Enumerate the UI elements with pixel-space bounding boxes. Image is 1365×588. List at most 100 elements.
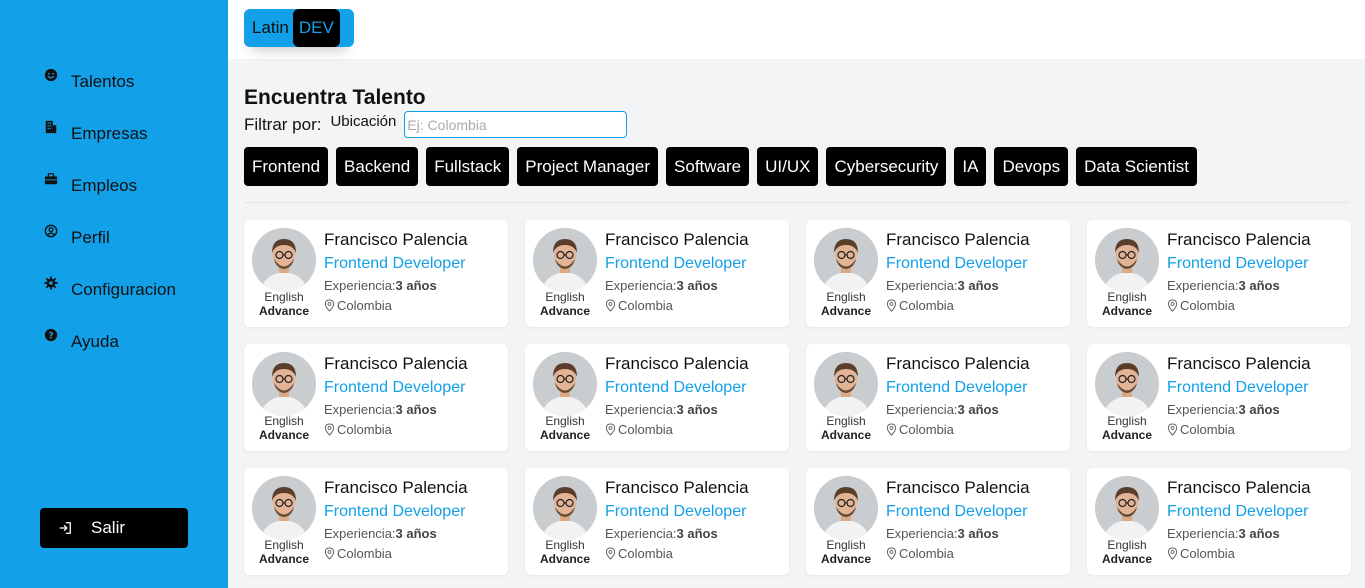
talent-experience: Experiencia:3 años bbox=[605, 278, 718, 293]
experience-label: Experiencia: bbox=[886, 402, 958, 417]
location-text: Colombia bbox=[337, 298, 392, 313]
talent-name: Francisco Palencia bbox=[1167, 354, 1311, 373]
gear-icon bbox=[42, 276, 60, 294]
talent-name: Francisco Palencia bbox=[886, 230, 1030, 249]
divider bbox=[244, 202, 1349, 203]
chip-ia[interactable]: IA bbox=[954, 147, 987, 186]
talent-role: Frontend Developer bbox=[886, 255, 1028, 272]
location-label: Ubicación bbox=[330, 113, 397, 130]
language-level: Advance bbox=[258, 304, 310, 318]
avatar bbox=[814, 476, 878, 540]
talent-location: Colombia bbox=[1167, 546, 1235, 561]
language-level: Advance bbox=[1101, 552, 1153, 566]
sidebar-item-talentos[interactable]: Talentos bbox=[42, 56, 176, 108]
talent-card[interactable]: English Advance Francisco Palencia Front… bbox=[806, 344, 1070, 451]
location-pin-icon bbox=[886, 423, 897, 436]
talent-card[interactable]: English Advance Francisco Palencia Front… bbox=[525, 220, 789, 327]
talent-experience: Experiencia:3 años bbox=[886, 402, 999, 417]
filter-row: Filtrar por: Ubicación bbox=[244, 111, 628, 138]
sidebar-item-empresas[interactable]: Empresas bbox=[42, 108, 176, 160]
location-pin-icon bbox=[605, 547, 616, 560]
chip-data-scientist[interactable]: Data Scientist bbox=[1076, 147, 1197, 186]
location-input[interactable] bbox=[404, 111, 628, 138]
talent-experience: Experiencia:3 años bbox=[605, 526, 718, 541]
talent-grid: English Advance Francisco Palencia Front… bbox=[244, 220, 1351, 575]
chip-backend[interactable]: Backend bbox=[336, 147, 419, 186]
language-level: Advance bbox=[539, 552, 591, 566]
filter-label: Filtrar por: bbox=[244, 114, 322, 134]
language-level: Advance bbox=[258, 552, 310, 566]
talent-experience: Experiencia:3 años bbox=[1167, 526, 1280, 541]
talent-name: Francisco Palencia bbox=[886, 478, 1030, 497]
chip-software[interactable]: Software bbox=[666, 147, 750, 186]
location-text: Colombia bbox=[1180, 422, 1235, 437]
sidebar-item-label: Talentos bbox=[71, 72, 135, 91]
talent-role: Frontend Developer bbox=[605, 379, 747, 396]
location-pin-icon bbox=[886, 299, 897, 312]
avatar bbox=[252, 352, 316, 416]
language-name: English bbox=[826, 290, 866, 304]
talent-experience: Experiencia:3 años bbox=[1167, 278, 1280, 293]
sidebar-item-label: Perfil bbox=[71, 228, 110, 247]
talent-card[interactable]: English Advance Francisco Palencia Front… bbox=[1087, 344, 1351, 451]
talent-experience: Experiencia:3 años bbox=[324, 402, 437, 417]
chip-fullstack[interactable]: Fullstack bbox=[426, 147, 510, 186]
talent-name: Francisco Palencia bbox=[324, 230, 468, 249]
sidebar-nav: Talentos Empresas Empleos Perfil Configu… bbox=[42, 56, 176, 368]
talent-name: Francisco Palencia bbox=[1167, 478, 1311, 497]
chip-frontend[interactable]: Frontend bbox=[244, 147, 329, 186]
logout-button[interactable]: Salir bbox=[40, 508, 188, 548]
sidebar-item-configuracion[interactable]: Configuracion bbox=[42, 264, 176, 316]
avatar bbox=[814, 352, 878, 416]
avatar bbox=[252, 476, 316, 540]
chip-project-manager[interactable]: Project Manager bbox=[517, 147, 659, 186]
chip-ui-ux[interactable]: UI/UX bbox=[757, 147, 819, 186]
talent-card[interactable]: English Advance Francisco Palencia Front… bbox=[244, 468, 508, 575]
language-level: Advance bbox=[820, 552, 872, 566]
location-pin-icon bbox=[324, 547, 335, 560]
location-pin-icon bbox=[886, 547, 897, 560]
language-info: English Advance bbox=[252, 538, 316, 566]
sidebar-item-label: Empleos bbox=[71, 176, 138, 195]
language-name: English bbox=[826, 414, 866, 428]
brand-part-latin: Latin bbox=[252, 18, 289, 37]
experience-label: Experiencia: bbox=[324, 278, 396, 293]
sidebar-item-ayuda[interactable]: ? Ayuda bbox=[42, 316, 176, 368]
category-chips: Frontend Backend Fullstack Project Manag… bbox=[244, 147, 1205, 186]
talent-card[interactable]: English Advance Francisco Palencia Front… bbox=[244, 220, 508, 327]
brand-logo[interactable]: Latin DEV bbox=[244, 9, 354, 47]
talent-name: Francisco Palencia bbox=[886, 354, 1030, 373]
location-pin-icon bbox=[605, 423, 616, 436]
avatar bbox=[533, 352, 597, 416]
talent-card[interactable]: English Advance Francisco Palencia Front… bbox=[525, 344, 789, 451]
experience-value: 3 años bbox=[957, 402, 999, 417]
sidebar-item-empleos[interactable]: Empleos bbox=[42, 160, 176, 212]
language-info: English Advance bbox=[814, 414, 878, 442]
language-info: English Advance bbox=[533, 414, 597, 442]
chip-devops[interactable]: Devops bbox=[994, 147, 1069, 186]
sidebar-item-label: Configuracion bbox=[71, 280, 176, 299]
talent-card[interactable]: English Advance Francisco Palencia Front… bbox=[1087, 468, 1351, 575]
avatar bbox=[533, 228, 597, 292]
talent-location: Colombia bbox=[886, 546, 954, 561]
sidebar: Talentos Empresas Empleos Perfil Configu… bbox=[0, 0, 228, 588]
talent-card[interactable]: English Advance Francisco Palencia Front… bbox=[244, 344, 508, 451]
question-icon: ? bbox=[42, 328, 60, 346]
sidebar-item-perfil[interactable]: Perfil bbox=[42, 212, 176, 264]
talent-card[interactable]: English Advance Francisco Palencia Front… bbox=[1087, 220, 1351, 327]
talent-name: Francisco Palencia bbox=[1167, 230, 1311, 249]
talent-card[interactable]: English Advance Francisco Palencia Front… bbox=[525, 468, 789, 575]
experience-value: 3 años bbox=[395, 278, 437, 293]
language-level: Advance bbox=[820, 428, 872, 442]
experience-label: Experiencia: bbox=[324, 402, 396, 417]
chip-cybersecurity[interactable]: Cybersecurity bbox=[826, 147, 947, 186]
talent-card[interactable]: English Advance Francisco Palencia Front… bbox=[806, 468, 1070, 575]
smile-icon bbox=[42, 68, 60, 86]
talent-experience: Experiencia:3 años bbox=[605, 402, 718, 417]
talent-card[interactable]: English Advance Francisco Palencia Front… bbox=[806, 220, 1070, 327]
experience-label: Experiencia: bbox=[1167, 278, 1239, 293]
top-header: Latin DEV bbox=[228, 0, 1365, 59]
experience-value: 3 años bbox=[957, 526, 999, 541]
avatar bbox=[533, 476, 597, 540]
talent-location: Colombia bbox=[1167, 298, 1235, 313]
